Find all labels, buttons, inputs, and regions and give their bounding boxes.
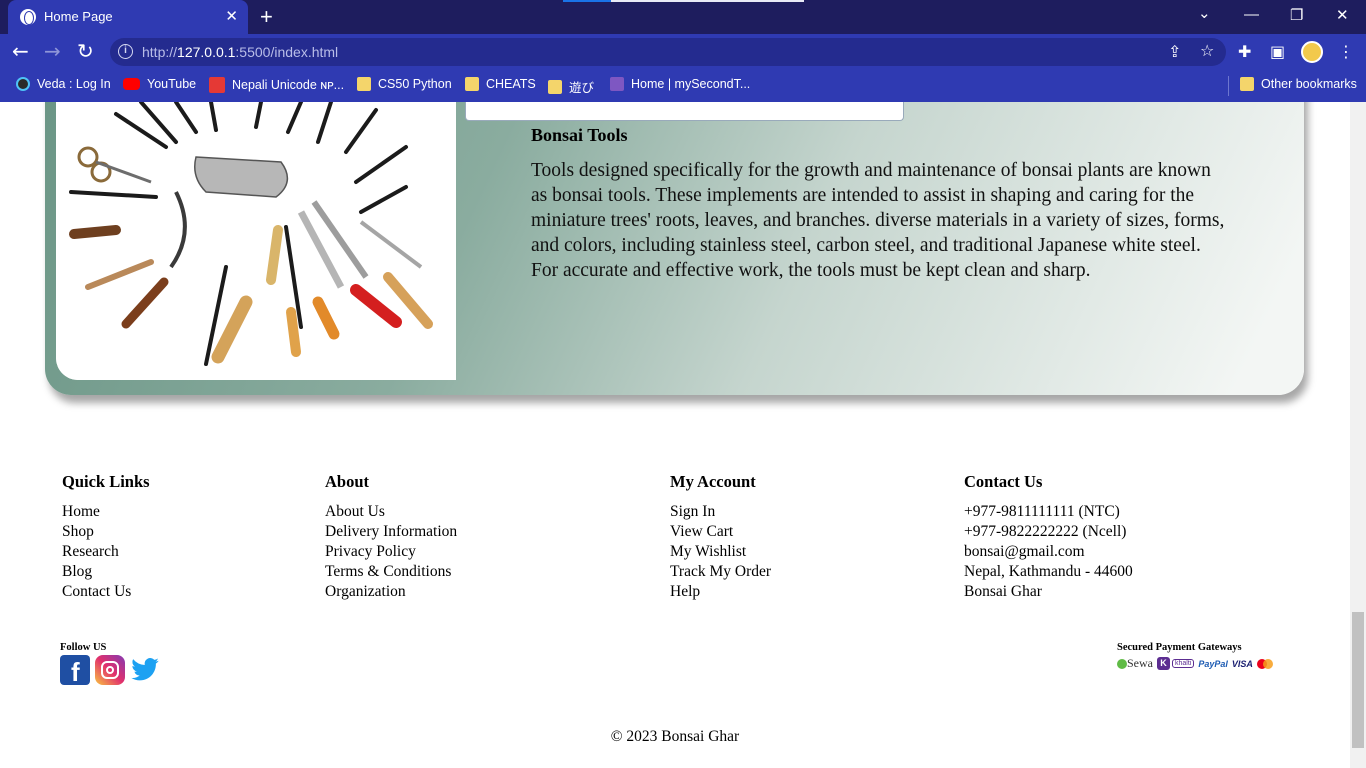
close-window-icon[interactable]: ✕ [1336, 6, 1349, 24]
copyright: © 2023 Bonsai Ghar [610, 728, 740, 745]
bookmarks-divider [1228, 76, 1229, 96]
browser-tab[interactable]: Home Page ✕ [8, 0, 248, 34]
tab-title: Home Page [44, 9, 113, 24]
payment-gateways-label: Secured Payment Gateways [1117, 642, 1242, 653]
extensions-icon[interactable]: ✚ [1238, 43, 1251, 61]
contact-company: Bonsai Ghar [964, 583, 1042, 600]
unicode-a-icon [209, 77, 225, 93]
footer-heading: My Account [670, 472, 756, 491]
bookmark-nepali-unicode[interactable]: Nepali Unicode ɴᴘ... [209, 77, 344, 93]
back-button[interactable]: ← [12, 40, 29, 62]
mastercard-icon [1256, 658, 1273, 669]
share-icon[interactable]: ⇪ [1168, 43, 1181, 61]
esewa-logo: Sewa [1117, 656, 1153, 671]
footer-link-organization[interactable]: Organization [325, 582, 457, 602]
footer-link-contact-us[interactable]: Contact Us [62, 582, 150, 602]
product-description: Tools designed specifically for the grow… [531, 160, 1225, 281]
forward-button[interactable]: → [44, 40, 61, 62]
footer-link-about-us[interactable]: About Us [325, 502, 457, 522]
contact-phone-ntc: +977-9811111111 (NTC) [964, 503, 1120, 520]
khalti-logo: K khalti [1157, 657, 1195, 670]
footer-link-research[interactable]: Research [62, 542, 150, 562]
folder-icon [548, 79, 562, 94]
tab-search-icon[interactable]: ⌄ [1198, 4, 1211, 22]
search-form-box[interactable] [465, 102, 904, 121]
close-tab-icon[interactable]: ✕ [225, 7, 238, 25]
folder-icon [465, 77, 479, 91]
footer-link-wishlist[interactable]: My Wishlist [670, 542, 771, 562]
bookmark-star-icon[interactable]: ☆ [1200, 42, 1214, 60]
url-text[interactable]: http://127.0.0.1:5500/index.html [142, 44, 338, 60]
footer-my-account: My Account Sign In View Cart My Wishlist… [670, 472, 771, 602]
bookmark-veda[interactable]: Veda : Log In [16, 77, 111, 91]
visa-logo: VISA [1231, 658, 1253, 669]
footer-link-home[interactable]: Home [62, 502, 150, 522]
footer-link-delivery[interactable]: Delivery Information [325, 522, 457, 542]
contact-phone-ncell: +977-9822222222 (Ncell) [964, 523, 1127, 540]
site-favicon-icon [610, 77, 624, 91]
twitter-icon[interactable] [130, 655, 160, 685]
restore-icon[interactable]: ❐ [1290, 6, 1303, 24]
new-tab-button[interactable]: + [260, 4, 273, 30]
facebook-icon[interactable]: f [60, 655, 90, 687]
site-info-icon[interactable]: i [118, 44, 133, 59]
bookmark-asobi[interactable]: 遊び [548, 77, 594, 96]
footer-link-view-cart[interactable]: View Cart [670, 522, 771, 542]
payment-gateways: Secured Payment Gateways Sewa K khalti P… [1117, 642, 1273, 671]
veda-icon [16, 77, 30, 91]
reload-button[interactable]: ↻ [77, 40, 94, 62]
footer-link-terms[interactable]: Terms & Conditions [325, 562, 457, 582]
follow-us: Follow US f [60, 642, 160, 687]
folder-icon [357, 77, 371, 91]
youtube-icon [123, 78, 140, 90]
footer-link-blog[interactable]: Blog [62, 562, 150, 582]
footer-heading: Contact Us [964, 472, 1043, 491]
paypal-logo: PayPal [1198, 658, 1228, 669]
footer-link-track-order[interactable]: Track My Order [670, 562, 771, 582]
footer-contact: Contact Us +977-9811111111 (NTC) +977-98… [964, 472, 1133, 602]
footer-heading: Quick Links [62, 472, 150, 491]
tools-illustration [56, 102, 456, 380]
contact-email: bonsai@gmail.com [964, 543, 1085, 560]
instagram-icon[interactable] [95, 655, 125, 685]
footer-about: About About Us Delivery Information Priv… [325, 472, 457, 602]
tab-strip-indicator [611, 0, 804, 2]
bonsai-tools-image [56, 102, 456, 380]
product-title: Bonsai Tools [531, 125, 628, 145]
payment-icons: Sewa K khalti PayPal VISA [1117, 656, 1273, 671]
globe-icon [20, 9, 36, 25]
footer-quick-links: Quick Links Home Shop Research Blog Cont… [62, 472, 150, 602]
bookmark-youtube[interactable]: YouTube [123, 77, 196, 91]
bookmark-mysecond[interactable]: Home | mySecondT... [610, 77, 750, 91]
page-viewport: Bonsai Tools Tools designed specifically… [0, 102, 1350, 768]
scrollbar-thumb[interactable] [1352, 612, 1364, 748]
minimize-icon[interactable]: — [1244, 6, 1259, 23]
footer-link-help[interactable]: Help [670, 582, 771, 602]
bookmark-cs50[interactable]: CS50 Python [357, 77, 452, 91]
bookmarks-bar: Veda : Log In YouTube Nepali Unicode ɴᴘ.… [0, 70, 1366, 102]
footer-link-shop[interactable]: Shop [62, 522, 150, 542]
footer-link-privacy[interactable]: Privacy Policy [325, 542, 457, 562]
contact-address: Nepal, Kathmandu - 44600 [964, 563, 1133, 580]
side-panel-icon[interactable]: ▣ [1270, 43, 1285, 61]
follow-us-label: Follow US [60, 642, 107, 653]
browser-titlebar: Home Page ✕ + ⌄ — ❐ ✕ [0, 0, 1366, 34]
footer-heading: About [325, 472, 370, 491]
browser-toolbar: ← → ↻ i http://127.0.0.1:5500/index.html… [0, 34, 1366, 70]
address-bar[interactable]: i http://127.0.0.1:5500/index.html ⇪ ☆ [110, 38, 1226, 66]
footer-link-sign-in[interactable]: Sign In [670, 502, 771, 522]
other-bookmarks[interactable]: Other bookmarks [1240, 77, 1357, 91]
menu-kebab-icon[interactable]: ⋮ [1338, 43, 1354, 61]
social-icons: f [60, 655, 160, 687]
bookmark-cheats[interactable]: CHEATS [465, 77, 536, 91]
profile-avatar[interactable] [1301, 41, 1323, 63]
tab-strip-indicator [563, 0, 611, 2]
folder-icon [1240, 77, 1254, 91]
